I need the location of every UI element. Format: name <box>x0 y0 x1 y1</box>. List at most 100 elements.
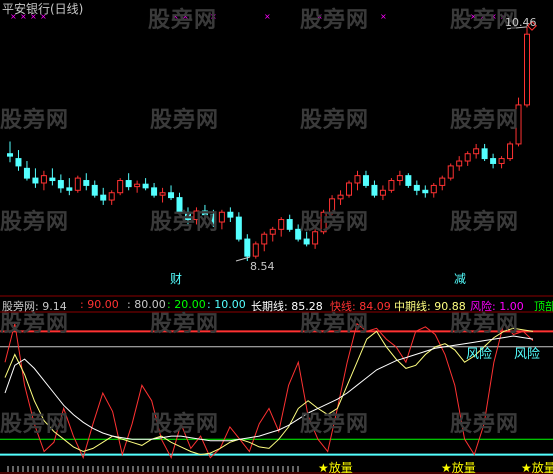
candle-body <box>32 177 39 184</box>
watermark: 股旁网 <box>300 8 370 33</box>
candle-body <box>447 165 454 179</box>
candle-body <box>57 180 64 189</box>
candle-body <box>91 184 98 196</box>
candle-body <box>473 148 480 155</box>
indicator-value: : 9.14 <box>35 300 67 313</box>
candle-body <box>125 180 132 188</box>
candle-body <box>218 211 225 223</box>
candle-body <box>74 177 81 191</box>
volume-signal-label: 放量 <box>451 461 476 474</box>
candle-body <box>227 211 234 218</box>
candle-body <box>303 238 310 245</box>
candle-body <box>66 187 73 191</box>
marker-cai: 财 <box>170 272 183 286</box>
candle-body <box>151 187 158 196</box>
candle-body <box>337 194 344 200</box>
mid-line-label: 中期线 <box>394 300 427 313</box>
candle-body <box>413 184 420 191</box>
level-20: : 20.00 <box>167 298 206 311</box>
candle-body <box>507 143 514 160</box>
fast-line-value: : 84.09 <box>352 300 391 313</box>
volume-signal-label: 放量 <box>328 461 353 474</box>
candle-body <box>490 158 497 164</box>
watermark: 股旁网 <box>450 412 520 437</box>
volume-signal-3: ★放量 <box>521 459 553 474</box>
risk-readout: 风险: 1.00 <box>470 298 524 314</box>
candle-body <box>422 189 429 194</box>
volume-signal-label: 放量 <box>531 461 553 474</box>
star-icon: ★ <box>318 461 329 474</box>
candle-body <box>134 183 141 188</box>
candle-body <box>7 153 13 157</box>
candle-body <box>439 177 446 186</box>
star-icon: ★ <box>441 461 452 474</box>
risk-label-2: 风险 <box>514 347 541 362</box>
watermark: 股旁网 <box>450 210 520 235</box>
candle-body <box>524 33 530 106</box>
fast-line-readout: 快线: 84.09 <box>330 298 391 314</box>
candle-body <box>168 192 175 199</box>
mid-line-readout: 中期线: 90.88 <box>394 298 466 314</box>
chart-title: 平安银行(日线) <box>2 2 84 16</box>
candle-body <box>286 219 293 230</box>
candle-body <box>40 175 47 184</box>
candle-body <box>498 158 505 164</box>
level-80: : 80.00 <box>127 298 166 311</box>
candle-body <box>456 160 463 167</box>
long-line-value: : 85.28 <box>284 300 323 313</box>
top-x-mark: × <box>380 12 387 21</box>
candle-body <box>481 148 488 160</box>
candle-body <box>362 175 369 186</box>
long-line-readout: 长期线: 85.28 <box>251 298 323 314</box>
candle-body <box>15 158 22 167</box>
risk-label-1: 风险 <box>466 347 493 362</box>
chart-canvas[interactable]: × × × × × × × × × × × × × × <box>0 0 553 474</box>
watermark: 股旁网 <box>450 108 520 133</box>
level-10: : 10.00 <box>207 298 246 311</box>
candle-body <box>117 180 124 194</box>
watermark: 股旁网 <box>0 412 70 437</box>
watermark: 股旁网 <box>148 8 218 33</box>
watermark: 股旁网 <box>150 210 220 235</box>
indicator-bar: 股旁网: 9.14 <box>2 298 67 314</box>
risk-label: 风险 <box>470 300 492 313</box>
candle-body <box>405 175 412 186</box>
candle-body <box>396 175 403 182</box>
candle-body <box>269 228 276 235</box>
level-90: : 90.00 <box>80 298 119 311</box>
candle-body <box>346 182 353 196</box>
watermark: 股旁网 <box>150 412 220 437</box>
candle-body <box>379 189 386 196</box>
candle-body <box>430 184 437 194</box>
mid-line-value: : 90.88 <box>427 300 466 313</box>
watermark: 股旁网 <box>300 412 370 437</box>
volume-signal-1: ★放量 <box>318 459 353 474</box>
marker-jian: 减 <box>454 272 467 286</box>
candle-body <box>371 184 378 196</box>
top-x-mark: × <box>264 12 271 21</box>
candle-body <box>142 183 149 189</box>
watermark: 股旁网 <box>300 210 370 235</box>
candle-body <box>354 175 361 184</box>
long-line-label: 长期线 <box>251 300 284 313</box>
watermark: 股旁网 <box>0 210 70 235</box>
candle-body <box>49 177 56 182</box>
candle-body <box>100 194 107 201</box>
candle-body <box>252 243 259 257</box>
candle-body <box>278 219 285 230</box>
candle-body <box>83 180 90 186</box>
candle-body <box>159 192 166 196</box>
stock-chart-window: × × × × × × × × × × × × × × 平安银行(日线) 股旁网 股旁网 股旁网 股旁网 … <box>0 0 553 474</box>
candle-body <box>244 238 251 257</box>
watermark: 股旁网 <box>0 108 70 133</box>
candle-body <box>235 216 242 240</box>
candle-body <box>108 192 115 201</box>
candle-body <box>261 233 268 245</box>
low-price-label: 8.54 <box>250 260 275 273</box>
top-label: 顶部 <box>534 300 553 313</box>
fast-line-label: 快线 <box>330 300 352 313</box>
risk-value: : 1.00 <box>492 300 524 313</box>
high-price-label: 10.46 <box>505 16 537 29</box>
volume-signal-2: ★放量 <box>441 459 476 474</box>
indicator-name: 股旁网 <box>2 300 35 313</box>
